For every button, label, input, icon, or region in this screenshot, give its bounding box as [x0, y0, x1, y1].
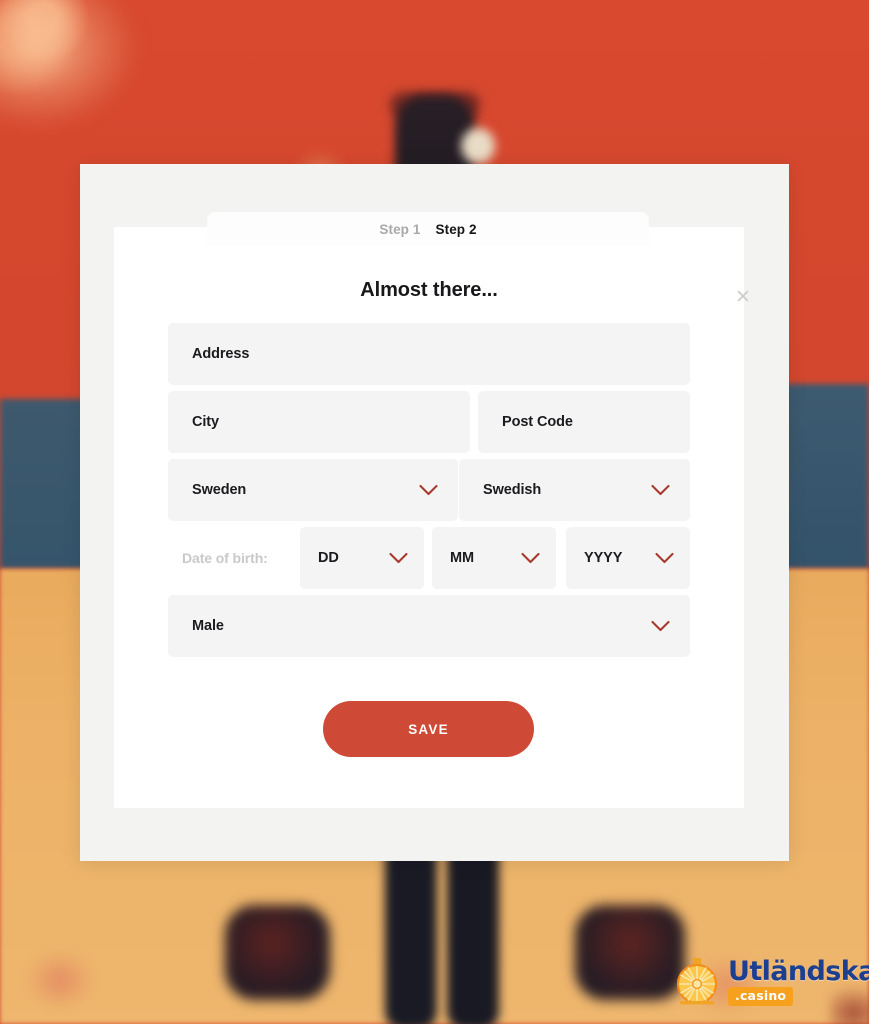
language-select-value: Swedish — [483, 482, 542, 498]
logo-wordmark: Utländska — [728, 955, 869, 987]
logo-domain-badge: .casino — [728, 986, 794, 1007]
chevron-down-icon — [521, 552, 540, 564]
save-button[interactable]: SAVE — [323, 701, 534, 757]
site-logo-watermark: Utländska .casino — [672, 953, 869, 1011]
address-field-label: Address — [192, 346, 250, 362]
post-code-field[interactable]: Post Code — [478, 391, 690, 453]
city-field[interactable]: City — [168, 391, 470, 453]
chevron-down-icon — [389, 552, 408, 564]
gender-select[interactable]: Male — [168, 595, 690, 657]
country-select-value: Sweden — [192, 482, 247, 498]
dob-month-value: MM — [450, 550, 474, 566]
dob-month-select[interactable]: MM — [432, 527, 556, 589]
chevron-down-icon — [419, 484, 438, 496]
background-figure-hand-left — [225, 905, 330, 1000]
date-of-birth-label: Date of birth: — [182, 550, 268, 566]
post-code-field-label: Post Code — [502, 414, 573, 430]
close-icon[interactable]: ✕ — [730, 284, 756, 310]
chevron-down-icon — [651, 620, 670, 632]
page-title: Almost there... — [360, 279, 498, 301]
city-field-label: City — [192, 414, 219, 430]
fortune-wheel-icon — [676, 958, 718, 1005]
registration-form-card: Almost there... Address City Post Code S… — [114, 227, 744, 808]
chevron-down-icon — [651, 484, 670, 496]
dob-day-value: DD — [318, 550, 339, 566]
dob-year-select[interactable]: YYYY — [566, 527, 690, 589]
tab-step-2[interactable]: Step 2 — [436, 222, 477, 237]
address-field[interactable]: Address — [168, 323, 690, 385]
logo-text-group: Utländska .casino — [728, 958, 869, 1007]
chevron-down-icon — [655, 552, 674, 564]
country-select[interactable]: Sweden — [168, 459, 458, 521]
dob-year-value: YYYY — [584, 550, 623, 566]
background-figure-hand-right — [575, 905, 685, 1000]
gender-select-value: Male — [192, 618, 224, 634]
step-tab-bar: Step 1 Step 2 — [207, 212, 649, 246]
background-glow-topleft — [0, 0, 140, 130]
background-spark-left — [25, 950, 95, 1010]
background-figure-face — [460, 128, 495, 164]
dob-day-select[interactable]: DD — [300, 527, 424, 589]
tab-step-1[interactable]: Step 1 — [379, 222, 420, 237]
language-select[interactable]: Swedish — [459, 459, 690, 521]
